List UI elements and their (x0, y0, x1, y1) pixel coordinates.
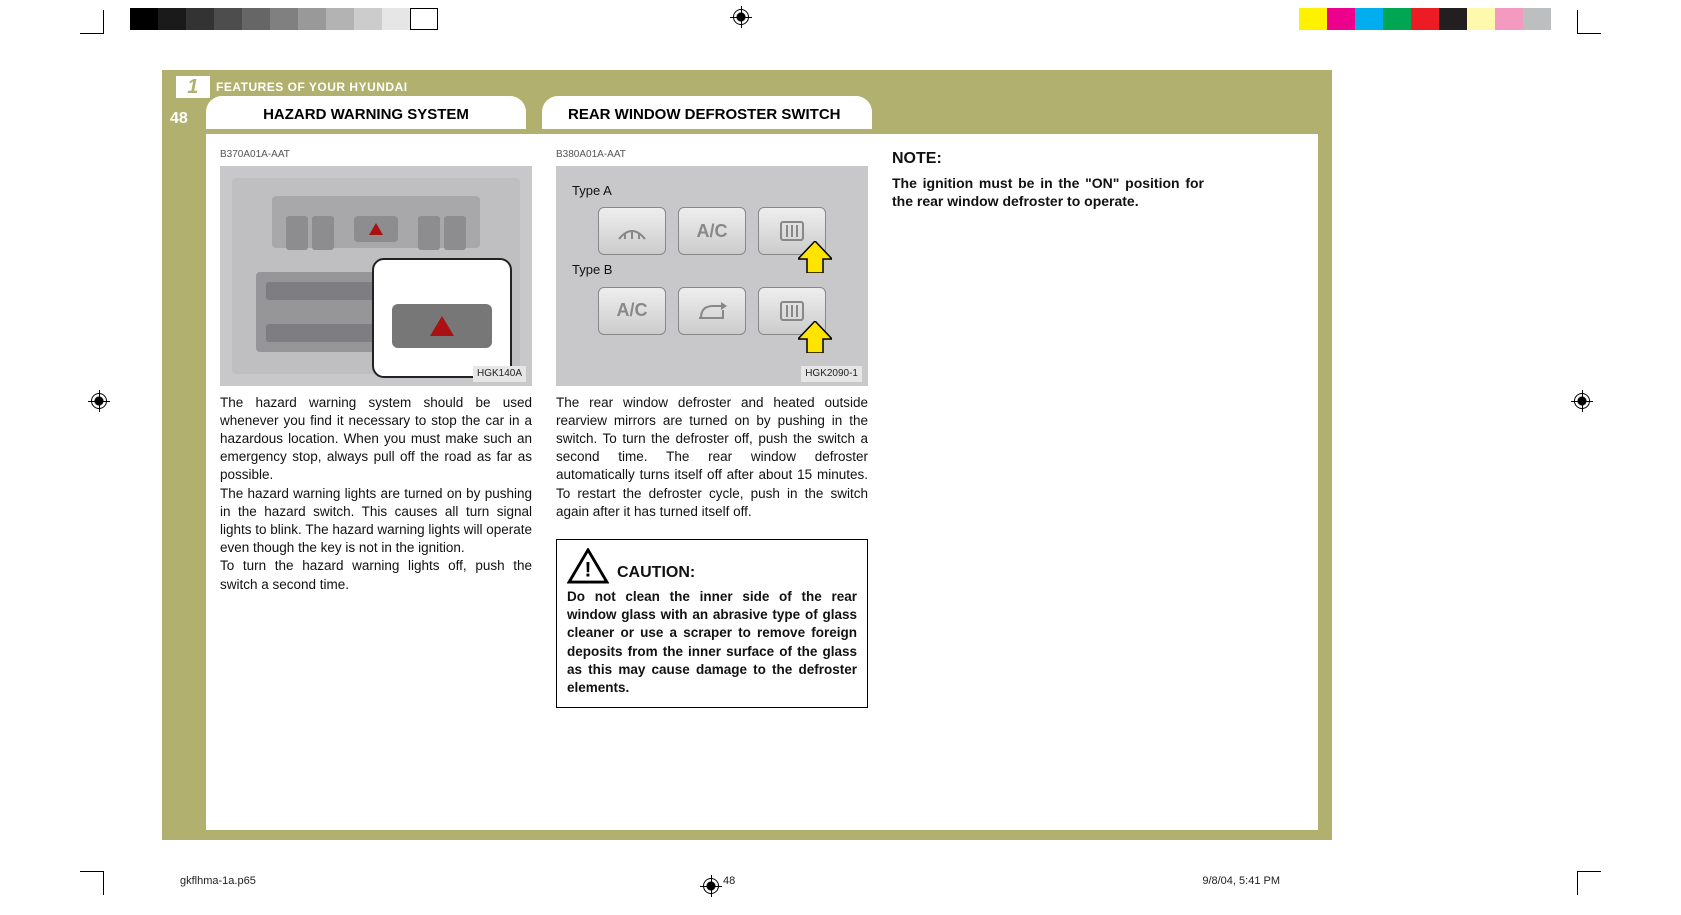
page-number: 48 (170, 110, 188, 128)
chapter-header: 1 FEATURES OF YOUR HYUNDAI (176, 76, 408, 98)
figure-defroster-switches: Type A A/C Type B A/C (556, 166, 868, 386)
crop-mark-tl (80, 10, 104, 34)
figure-label-hazard: HGK140A (473, 366, 526, 382)
column-hazard: B370A01A-AAT HGK140A The hazard warning … (220, 148, 532, 816)
caution-box: ! CAUTION: Do not clean the inner side o… (556, 539, 868, 708)
note-body: The ignition must be in the "ON" positio… (892, 174, 1204, 212)
column-defroster: B380A01A-AAT Type A A/C Type B (556, 148, 868, 816)
content-area: B370A01A-AAT HGK140A The hazard warning … (206, 134, 1318, 830)
ac-button: A/C (678, 207, 746, 255)
registration-mark-icon (88, 390, 110, 412)
hazard-paragraph-1: The hazard warning system should be used… (220, 394, 532, 485)
column-note: NOTE: The ignition must be in the "ON" p… (892, 148, 1204, 816)
caution-body: Do not clean the inner side of the rear … (567, 588, 857, 697)
hazard-button-icon (354, 216, 398, 242)
section-tab-hazard: HAZARD WARNING SYSTEM (206, 96, 526, 129)
footer-filename: gkflhma-1a.p65 (180, 875, 256, 887)
crop-mark-tr (1577, 10, 1601, 34)
svg-text:!: ! (585, 558, 592, 581)
recirculate-button-icon (678, 287, 746, 335)
crop-mark-bl (80, 871, 104, 895)
registration-mark-icon (730, 6, 752, 28)
footer-page: 48 (723, 875, 735, 887)
crop-mark-br (1577, 871, 1601, 895)
footer-date: 9/8/04, 5:41 PM (1202, 875, 1280, 887)
ref-code-hazard: B370A01A-AAT (220, 148, 532, 162)
callout-hazard-switch (372, 258, 512, 378)
figure-hazard-dashboard: HGK140A (220, 166, 532, 386)
front-defrost-button-icon (598, 207, 666, 255)
defroster-paragraph: The rear window defroster and heated out… (556, 394, 868, 522)
pointer-arrow-icon (798, 241, 832, 273)
caution-title: CAUTION: (617, 562, 695, 584)
note-title: NOTE: (892, 148, 1204, 170)
pointer-arrow-icon (798, 321, 832, 353)
hazard-paragraph-3: To turn the hazard warning lights off, p… (220, 557, 532, 593)
color-calibration-bar (1299, 8, 1551, 30)
registration-mark-icon (1571, 390, 1593, 412)
chapter-title: FEATURES OF YOUR HYUNDAI (216, 80, 408, 94)
section-tab-defroster: REAR WINDOW DEFROSTER SWITCH (542, 96, 872, 129)
manual-page: 1 FEATURES OF YOUR HYUNDAI 48 HAZARD WAR… (162, 70, 1332, 840)
figure-label-defroster: HGK2090-1 (801, 366, 862, 382)
print-footer: gkflhma-1a.p65 48 9/8/04, 5:41 PM (180, 875, 1280, 887)
hazard-triangle-icon (430, 316, 454, 336)
grayscale-calibration-bar (130, 8, 438, 30)
ac-button: A/C (598, 287, 666, 335)
type-a-label: Type A (572, 182, 856, 200)
warning-triangle-icon: ! (567, 548, 609, 584)
ref-code-defroster: B380A01A-AAT (556, 148, 868, 162)
chapter-number-box: 1 (176, 76, 210, 98)
hazard-paragraph-2: The hazard warning lights are turned on … (220, 485, 532, 558)
